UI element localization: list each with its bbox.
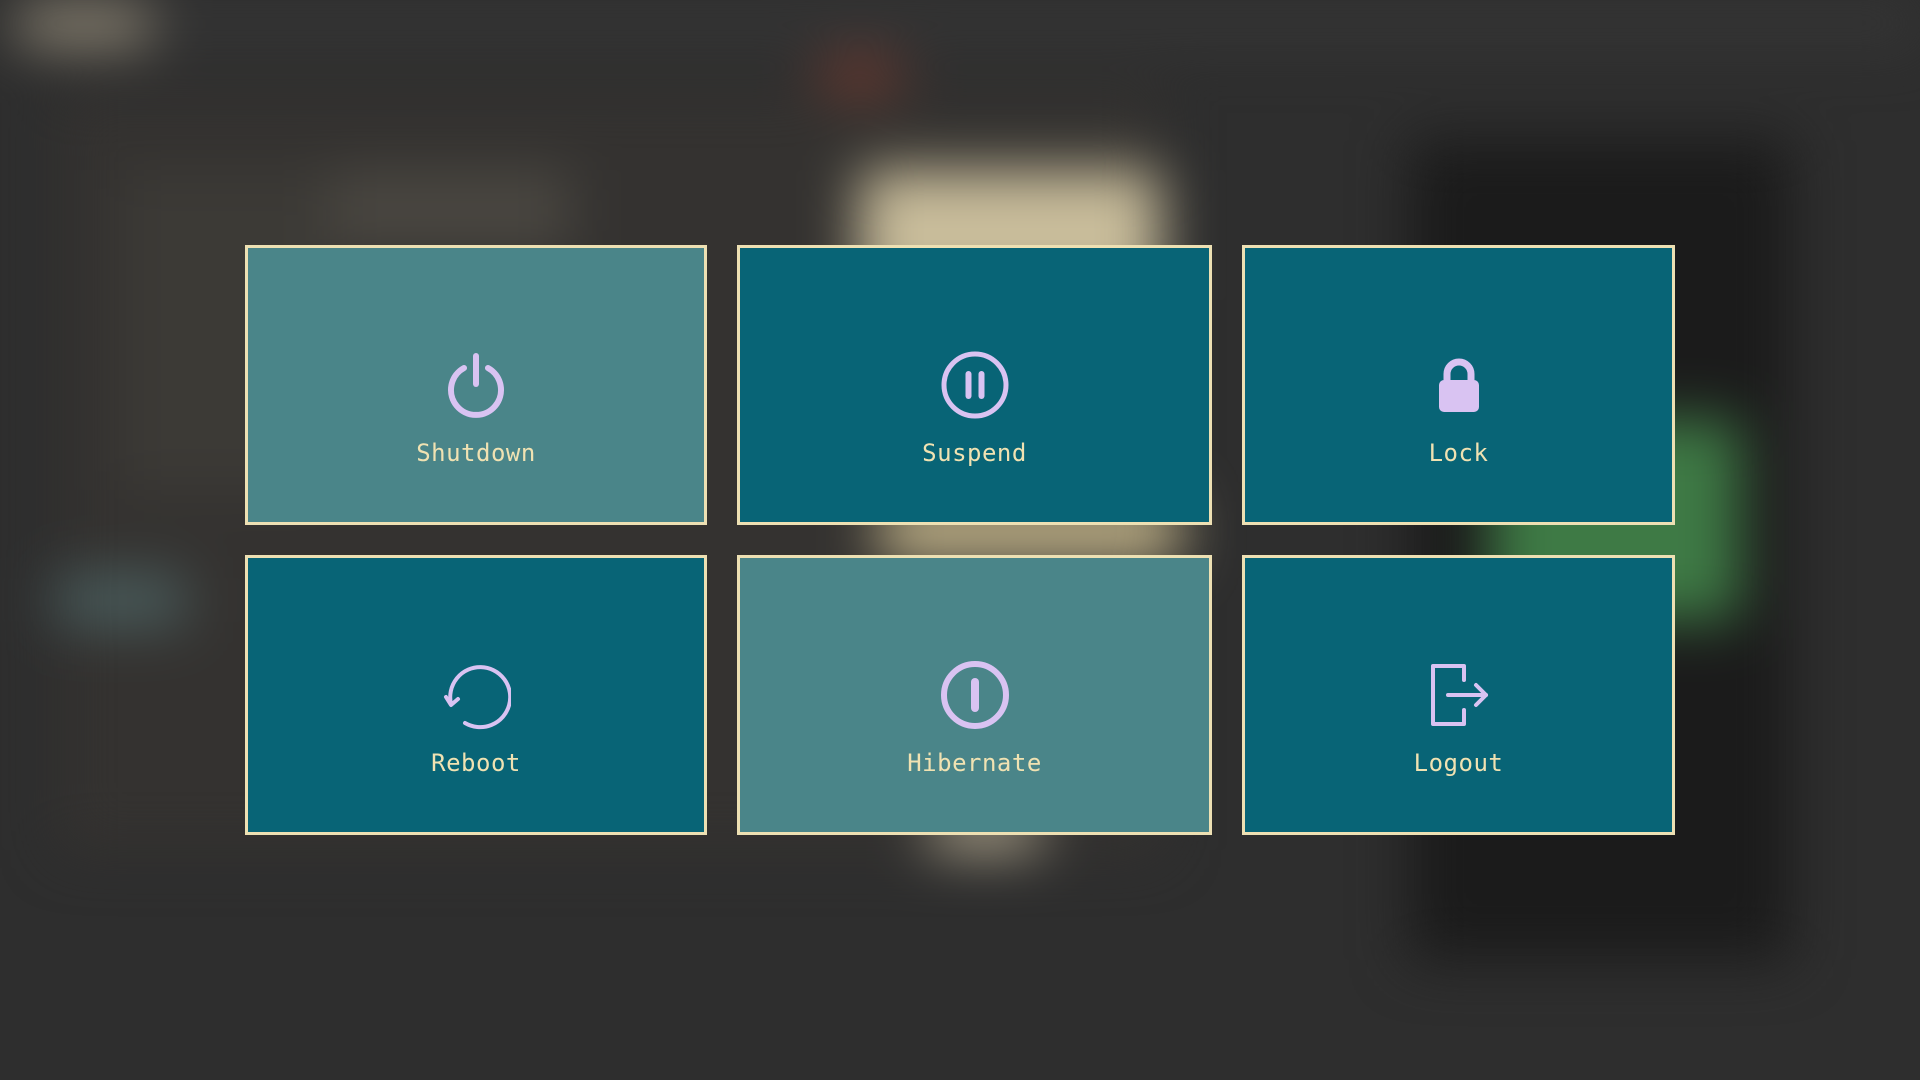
lock-label: Lock: [1428, 439, 1489, 467]
hibernate-label: Hibernate: [907, 749, 1042, 777]
suspend-button[interactable]: Suspend: [737, 245, 1212, 525]
lock-button[interactable]: Lock: [1242, 245, 1675, 525]
hibernate-button[interactable]: Hibernate: [737, 555, 1212, 835]
hibernate-icon: [940, 660, 1010, 730]
logout-icon: [1424, 660, 1494, 730]
suspend-label: Suspend: [922, 439, 1027, 467]
reboot-button[interactable]: Reboot: [245, 555, 707, 835]
reboot-icon: [441, 660, 511, 730]
shutdown-button[interactable]: Shutdown: [245, 245, 707, 525]
reboot-label: Reboot: [431, 749, 521, 777]
logout-button[interactable]: Logout: [1242, 555, 1675, 835]
logout-label: Logout: [1413, 749, 1504, 777]
shutdown-label: Shutdown: [416, 439, 536, 467]
power-menu: Shutdown Suspend Lock Reboot Hibernate L…: [0, 0, 1920, 1080]
power-icon: [441, 350, 511, 420]
pause-circle-icon: [940, 350, 1010, 420]
lock-icon: [1424, 350, 1494, 420]
